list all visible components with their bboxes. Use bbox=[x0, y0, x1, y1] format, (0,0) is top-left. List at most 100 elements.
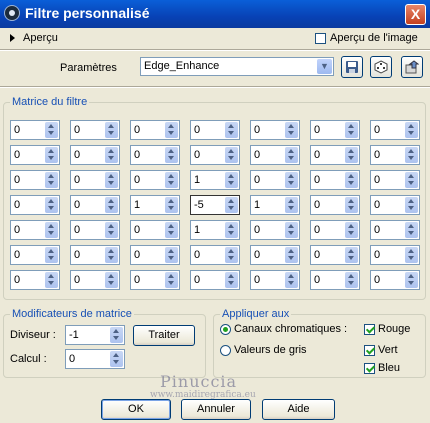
matrix-cell-r4-c1[interactable]: 0 bbox=[10, 195, 60, 215]
spinner-arrows-icon[interactable] bbox=[45, 247, 58, 263]
matrix-cell-r6-c4[interactable]: 0 bbox=[190, 245, 240, 265]
matrix-cell-r6-c1[interactable]: 0 bbox=[10, 245, 60, 265]
spinner-arrows-icon[interactable] bbox=[225, 197, 238, 213]
spinner-arrows-icon[interactable] bbox=[45, 272, 58, 288]
spinner-arrows-icon[interactable] bbox=[285, 147, 298, 163]
cancel-button[interactable]: Annuler bbox=[181, 399, 251, 420]
channel-blue[interactable]: Bleu bbox=[364, 362, 400, 374]
matrix-cell-r4-c7[interactable]: 0 bbox=[370, 195, 420, 215]
spinner-arrows-icon[interactable] bbox=[105, 197, 118, 213]
spinner-arrows-icon[interactable] bbox=[345, 122, 358, 138]
spinner-arrows-icon[interactable] bbox=[285, 272, 298, 288]
matrix-cell-r6-c5[interactable]: 0 bbox=[250, 245, 300, 265]
help-button[interactable]: Aide bbox=[262, 399, 335, 420]
matrix-cell-r3-c4[interactable]: 1 bbox=[190, 170, 240, 190]
random-preset-button[interactable] bbox=[370, 56, 392, 78]
matrix-cell-r1-c6[interactable]: 0 bbox=[310, 120, 360, 140]
spinner-arrows-icon[interactable] bbox=[45, 147, 58, 163]
matrix-cell-r5-c4[interactable]: 1 bbox=[190, 220, 240, 240]
matrix-cell-r4-c2[interactable]: 0 bbox=[70, 195, 120, 215]
matrix-cell-r1-c2[interactable]: 0 bbox=[70, 120, 120, 140]
chevron-down-icon[interactable]: ▼ bbox=[317, 59, 332, 74]
expand-triangle-icon[interactable] bbox=[10, 34, 15, 42]
grayscale-radio[interactable] bbox=[220, 344, 231, 356]
spinner-arrows-icon[interactable] bbox=[405, 247, 418, 263]
spinner-arrows-icon[interactable] bbox=[165, 172, 178, 188]
spinner-arrows-icon[interactable] bbox=[285, 172, 298, 188]
image-preview-checkbox[interactable] bbox=[315, 32, 326, 44]
matrix-cell-r5-c2[interactable]: 0 bbox=[70, 220, 120, 240]
spinner-arrows-icon[interactable] bbox=[285, 247, 298, 263]
spinner-arrows-icon[interactable] bbox=[225, 172, 238, 188]
spinner-arrows-icon[interactable] bbox=[405, 272, 418, 288]
matrix-cell-r2-c7[interactable]: 0 bbox=[370, 145, 420, 165]
reset-preset-button[interactable] bbox=[401, 56, 423, 78]
spinner-arrows-icon[interactable] bbox=[45, 122, 58, 138]
spinner-arrows-icon[interactable] bbox=[345, 147, 358, 163]
spinner-arrows-icon[interactable] bbox=[105, 247, 118, 263]
matrix-cell-r1-c4[interactable]: 0 bbox=[190, 120, 240, 140]
matrix-cell-r6-c3[interactable]: 0 bbox=[130, 245, 180, 265]
matrix-cell-r3-c7[interactable]: 0 bbox=[370, 170, 420, 190]
calc-spinner[interactable]: 0 bbox=[65, 349, 125, 369]
matrix-cell-r7-c5[interactable]: 0 bbox=[250, 270, 300, 290]
matrix-cell-r1-c5[interactable]: 0 bbox=[250, 120, 300, 140]
spinner-arrows-icon[interactable] bbox=[405, 222, 418, 238]
matrix-cell-r1-c3[interactable]: 0 bbox=[130, 120, 180, 140]
green-checkbox[interactable] bbox=[364, 344, 375, 356]
matrix-cell-r7-c2[interactable]: 0 bbox=[70, 270, 120, 290]
spinner-arrows-icon[interactable] bbox=[285, 197, 298, 213]
image-preview-option[interactable]: Aperçu de l'image bbox=[315, 32, 418, 44]
matrix-cell-r3-c2[interactable]: 0 bbox=[70, 170, 120, 190]
chromatic-channels-option[interactable]: Canaux chromatiques : bbox=[220, 323, 347, 335]
matrix-cell-r2-c4[interactable]: 0 bbox=[190, 145, 240, 165]
matrix-cell-r7-c1[interactable]: 0 bbox=[10, 270, 60, 290]
spinner-arrows-icon[interactable] bbox=[225, 122, 238, 138]
matrix-cell-r4-c6[interactable]: 0 bbox=[310, 195, 360, 215]
matrix-cell-r7-c7[interactable]: 0 bbox=[370, 270, 420, 290]
preset-combo[interactable]: Edge_Enhance ▼ bbox=[140, 57, 334, 76]
spinner-arrows-icon[interactable] bbox=[225, 272, 238, 288]
matrix-cell-r2-c1[interactable]: 0 bbox=[10, 145, 60, 165]
blue-checkbox[interactable] bbox=[364, 362, 375, 374]
spinner-arrows-icon[interactable] bbox=[105, 147, 118, 163]
spinner-arrows-icon[interactable] bbox=[405, 147, 418, 163]
matrix-cell-r1-c1[interactable]: 0 bbox=[10, 120, 60, 140]
spinner-arrows-icon[interactable] bbox=[405, 172, 418, 188]
matrix-cell-r4-c4[interactable]: -5 bbox=[190, 195, 240, 215]
spinner-arrows-icon[interactable] bbox=[45, 222, 58, 238]
matrix-cell-r7-c4[interactable]: 0 bbox=[190, 270, 240, 290]
divisor-spinner[interactable]: -1 bbox=[65, 325, 125, 345]
spinner-arrows-icon[interactable] bbox=[405, 197, 418, 213]
spinner-arrows-icon[interactable] bbox=[105, 172, 118, 188]
matrix-cell-r4-c3[interactable]: 1 bbox=[130, 195, 180, 215]
preview-toggle[interactable]: Aperçu bbox=[10, 31, 58, 45]
spinner-arrows-icon[interactable] bbox=[345, 197, 358, 213]
spinner-arrows-icon[interactable] bbox=[345, 272, 358, 288]
matrix-cell-r2-c5[interactable]: 0 bbox=[250, 145, 300, 165]
chromatic-radio[interactable] bbox=[220, 323, 231, 335]
spinner-arrows-icon[interactable] bbox=[45, 197, 58, 213]
spinner-arrows-icon[interactable] bbox=[45, 172, 58, 188]
save-preset-button[interactable] bbox=[341, 56, 363, 78]
matrix-cell-r3-c1[interactable]: 0 bbox=[10, 170, 60, 190]
matrix-cell-r5-c6[interactable]: 0 bbox=[310, 220, 360, 240]
process-button[interactable]: Traiter bbox=[133, 325, 195, 346]
matrix-cell-r6-c6[interactable]: 0 bbox=[310, 245, 360, 265]
matrix-cell-r7-c3[interactable]: 0 bbox=[130, 270, 180, 290]
spinner-arrows-icon[interactable] bbox=[105, 272, 118, 288]
spinner-arrows-icon[interactable] bbox=[165, 272, 178, 288]
matrix-cell-r5-c1[interactable]: 0 bbox=[10, 220, 60, 240]
spinner-arrows-icon[interactable] bbox=[285, 122, 298, 138]
spinner-arrows-icon[interactable] bbox=[225, 147, 238, 163]
matrix-cell-r4-c5[interactable]: 1 bbox=[250, 195, 300, 215]
matrix-cell-r1-c7[interactable]: 0 bbox=[370, 120, 420, 140]
matrix-cell-r3-c3[interactable]: 0 bbox=[130, 170, 180, 190]
matrix-cell-r5-c5[interactable]: 0 bbox=[250, 220, 300, 240]
spinner-arrows-icon[interactable] bbox=[345, 222, 358, 238]
spinner-arrows-icon[interactable] bbox=[165, 122, 178, 138]
matrix-cell-r6-c7[interactable]: 0 bbox=[370, 245, 420, 265]
matrix-cell-r7-c6[interactable]: 0 bbox=[310, 270, 360, 290]
spinner-arrows-icon[interactable] bbox=[110, 351, 123, 367]
spinner-arrows-icon[interactable] bbox=[225, 247, 238, 263]
